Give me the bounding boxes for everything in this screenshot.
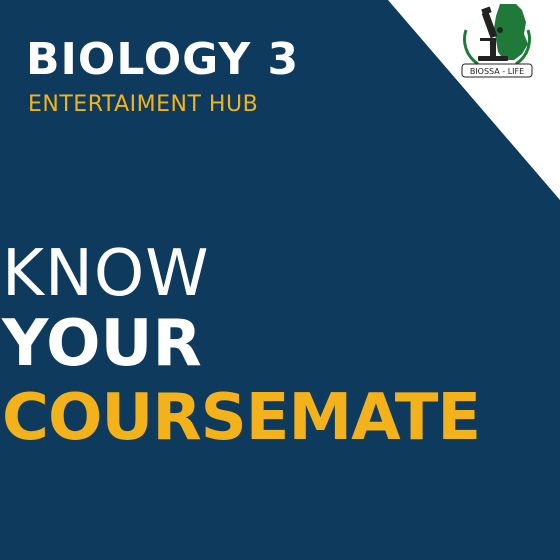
headline-line-coursemate: COURSEMATE bbox=[2, 381, 481, 455]
biossa-logo: BIOSSA - LIFE bbox=[461, 4, 533, 78]
poster: BIOLOGY 3 ENTERTAIMENT HUB KNOW YOUR COU… bbox=[0, 0, 560, 560]
logo-text: BIOSSA - LIFE bbox=[470, 67, 524, 76]
page-title: BIOLOGY 3 bbox=[26, 34, 300, 85]
headline-line-your: YOUR bbox=[2, 307, 202, 381]
headline-line-know: KNOW bbox=[2, 237, 210, 311]
page-subtitle: ENTERTAIMENT HUB bbox=[28, 92, 259, 117]
